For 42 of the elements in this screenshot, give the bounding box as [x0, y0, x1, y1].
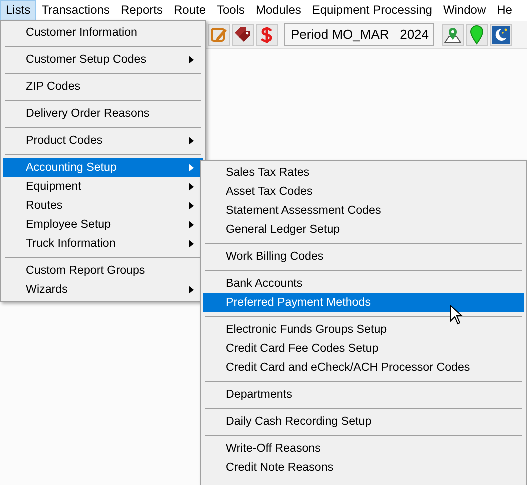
moon-icon[interactable] — [490, 24, 512, 46]
menu-item[interactable]: Credit Card and eCheck/ACH Processor Codes — [203, 358, 524, 377]
menu-item[interactable]: Wizards — [3, 280, 203, 299]
menu-item[interactable]: Truck Information — [3, 234, 203, 253]
menu-item[interactable]: Asset Tax Codes — [203, 182, 524, 201]
menu-item[interactable]: ZIP Codes — [3, 77, 203, 96]
tag-icon[interactable] — [232, 24, 254, 46]
menu-bar-item[interactable]: Equipment Processing — [306, 0, 438, 21]
menu-item[interactable]: Employee Setup — [3, 215, 203, 234]
menu-bar-item[interactable]: Lists — [0, 0, 36, 21]
menu-bar-item[interactable]: Reports — [114, 0, 168, 21]
menu-item[interactable]: Custom Report Groups — [3, 261, 203, 280]
menu-item[interactable]: Statement Assessment Codes — [203, 201, 524, 220]
menu-item[interactable]: Equipment — [3, 177, 203, 196]
menu-item[interactable]: Accounting Setup — [3, 158, 203, 177]
menu-item[interactable]: Write-Off Reasons — [203, 439, 524, 458]
menu-bar-item[interactable]: Modules — [250, 0, 306, 21]
menu-item[interactable]: Daily Cash Recording Setup — [203, 412, 524, 431]
menu-item[interactable]: Work Billing Codes — [203, 247, 524, 266]
menu-item[interactable]: Bank Accounts — [203, 274, 524, 293]
menu-item[interactable]: Sales Tax Rates — [203, 163, 524, 182]
menu-bar-item[interactable]: Transactions — [36, 0, 115, 21]
menu-bar-item[interactable]: Route — [168, 0, 211, 21]
pin-icon[interactable] — [466, 24, 488, 46]
period-button[interactable]: Period MO_MAR 2024 — [284, 23, 434, 46]
menu-item[interactable]: Preferred Payment Methods — [203, 293, 524, 312]
menu-item[interactable]: Departments — [203, 385, 524, 404]
dollar-icon[interactable] — [256, 24, 278, 46]
menu-item[interactable]: Customer Information — [3, 23, 203, 42]
menu-item[interactable]: Credit Card Fee Codes Setup — [203, 339, 524, 358]
menu-item[interactable]: Electronic Funds Groups Setup — [203, 320, 524, 339]
menu-bar-item[interactable]: Tools — [211, 0, 250, 21]
map-pin-icon[interactable] — [442, 24, 464, 46]
menu-item[interactable]: Customer Setup Codes — [3, 50, 203, 69]
menu-bar-item[interactable]: Window — [437, 0, 492, 21]
mouse-pointer-icon — [450, 305, 464, 325]
menu-item[interactable]: Credit Note Reasons — [203, 458, 524, 477]
menu-bar-item[interactable]: He — [491, 0, 518, 21]
menu-item[interactable]: Routes — [3, 196, 203, 215]
menu-item[interactable]: General Ledger Setup — [203, 220, 524, 239]
menu-item[interactable]: Delivery Order Reasons — [3, 104, 203, 123]
menu-item[interactable]: Product Codes — [3, 131, 203, 150]
